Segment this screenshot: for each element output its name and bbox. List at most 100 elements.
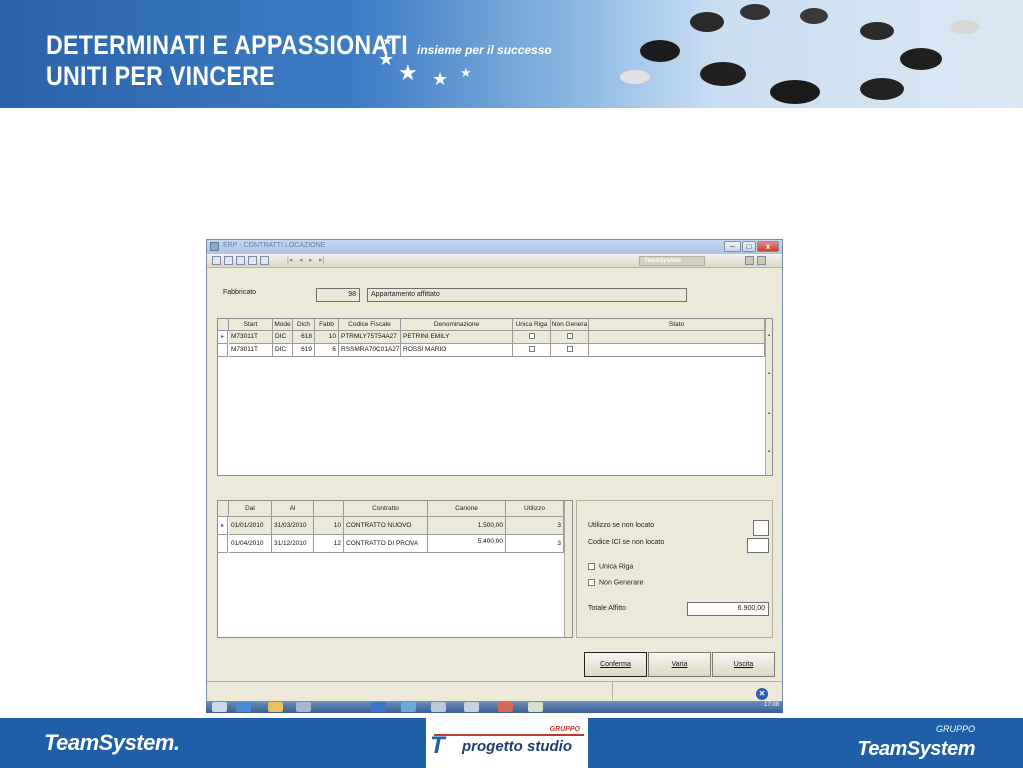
unica-riga-option[interactable]: Unica Riga <box>588 563 633 570</box>
col-stato[interactable]: Stato <box>589 319 765 331</box>
fabbricato-description-field[interactable]: Appartamento affittato <box>367 288 687 302</box>
cell-number[interactable]: 10 <box>314 517 344 535</box>
previous-record-icon[interactable]: ◂ <box>299 256 303 264</box>
star-icon: ★ <box>398 60 418 85</box>
col-canone[interactable]: Canone <box>428 501 506 517</box>
col-start[interactable]: Start <box>229 319 273 331</box>
cell-unica-riga[interactable] <box>513 344 551 357</box>
cell-fabb[interactable]: 6 <box>315 344 339 357</box>
last-record-icon[interactable]: ▸| <box>319 256 324 264</box>
app-icon[interactable] <box>464 702 479 712</box>
codice-ici-field[interactable] <box>747 538 769 553</box>
window-titlebar: ERP - CONTRATTI LOCAZIONE – □ x <box>207 240 782 254</box>
col-contratto[interactable]: Contratto <box>344 501 428 517</box>
col-utilizzo[interactable]: Utilizzo <box>506 501 564 517</box>
next-record-icon[interactable]: ▸ <box>309 256 313 264</box>
row-selector-icon[interactable]: ▸ <box>218 331 228 344</box>
app-icon[interactable] <box>498 702 513 712</box>
cell-mode[interactable]: DIC <box>273 331 293 344</box>
app-icon[interactable] <box>296 702 311 712</box>
app-icon[interactable] <box>431 702 446 712</box>
ie-icon[interactable] <box>236 702 251 712</box>
start-icon[interactable] <box>212 702 227 712</box>
col-al[interactable]: Al <box>272 501 314 517</box>
cell-codice-fiscale[interactable]: PTRMLY75T54A27 <box>339 331 401 344</box>
col-codice-fiscale[interactable]: Codice Fiscale <box>339 319 401 331</box>
config-icon[interactable] <box>745 256 754 265</box>
fabbricato-number-field[interactable]: 98 <box>316 288 360 302</box>
col-non-genera[interactable]: Non Genera <box>551 319 589 331</box>
window-title: ERP - CONTRATTI LOCAZIONE <box>223 242 326 249</box>
cell-mode[interactable]: DIC <box>273 344 293 357</box>
row-selector[interactable] <box>218 535 228 553</box>
maximize-button[interactable]: □ <box>742 241 756 252</box>
cell-canone[interactable]: 1.500,00 <box>428 517 506 535</box>
non-generare-option[interactable]: Non Generare <box>588 579 643 586</box>
col-dal[interactable]: Dal <box>229 501 272 517</box>
cell-dal[interactable]: 01/04/2010 <box>229 535 272 553</box>
cell-number[interactable]: 12 <box>314 535 344 553</box>
close-circle-icon[interactable]: ✕ <box>756 688 768 700</box>
cell-utilizzo[interactable]: 3 <box>506 535 564 553</box>
cell-fabb[interactable]: 10 <box>315 331 339 344</box>
unica-riga-option-checkbox[interactable] <box>588 563 595 570</box>
cell-start[interactable]: M73011T <box>229 331 273 344</box>
app-icon[interactable] <box>528 702 543 712</box>
cell-utilizzo[interactable]: 3 <box>506 517 564 535</box>
col-fabb[interactable]: Fabb <box>315 319 339 331</box>
cell-contratto[interactable]: CONTRATTO DI PROVA <box>344 535 428 553</box>
unica-riga-checkbox[interactable] <box>528 333 535 340</box>
folder-icon[interactable] <box>268 702 283 712</box>
utilizzo-field[interactable] <box>753 520 769 536</box>
non-generare-option-checkbox[interactable] <box>588 579 595 586</box>
cell-dich[interactable]: 619 <box>293 344 315 357</box>
uscita-button[interactable]: Uscita <box>712 652 775 677</box>
cell-start[interactable]: M73011T <box>229 344 273 357</box>
tenants-grid-scrollbar[interactable]: ▪ ▪ ▪ ▪ <box>765 319 772 475</box>
app-icon[interactable] <box>401 702 416 712</box>
varia-button[interactable]: Varia <box>648 652 711 677</box>
contracts-grid-scrollbar[interactable] <box>564 501 572 637</box>
cell-al[interactable]: 31/12/2010 <box>272 535 314 553</box>
unica-riga-checkbox[interactable] <box>528 346 535 353</box>
non-genera-checkbox[interactable] <box>566 333 573 340</box>
conferma-button[interactable]: Conferma <box>584 652 647 677</box>
export-icon[interactable] <box>260 256 269 265</box>
cell-canone[interactable]: 5.400,00 <box>428 535 506 553</box>
non-genera-checkbox[interactable] <box>566 346 573 353</box>
cell-stato[interactable] <box>589 344 765 357</box>
teamsystem-logo-left: TeamSystem. <box>44 730 180 755</box>
first-record-icon[interactable]: |◂ <box>287 256 292 264</box>
row-selector-icon[interactable]: ▸ <box>218 517 228 535</box>
cell-denominazione[interactable]: PETRINI EMILY <box>401 331 513 344</box>
utilizzo-label: Utilizzo se non locato <box>588 522 655 529</box>
footer-banner: TeamSystem. GRUPPO T progetto studio GRU… <box>0 718 1023 768</box>
app-icon[interactable] <box>371 702 386 712</box>
cell-denominazione[interactable]: ROSSI MARIO <box>401 344 513 357</box>
col-unica-riga[interactable]: Unica Riga <box>513 319 551 331</box>
print-icon[interactable] <box>224 256 233 265</box>
minimize-button[interactable]: – <box>724 241 741 252</box>
new-icon[interactable] <box>212 256 221 265</box>
cell-unica-riga[interactable] <box>513 331 551 344</box>
totale-affitto-field[interactable]: 6.900,00 <box>687 602 769 616</box>
col-denominazione[interactable]: Denominazione <box>401 319 513 331</box>
cell-stato[interactable] <box>589 331 765 344</box>
star-icon: ★ <box>432 69 449 89</box>
cell-al[interactable]: 31/03/2010 <box>272 517 314 535</box>
status-separator <box>612 682 613 700</box>
cell-non-genera[interactable] <box>551 344 589 357</box>
cell-codice-fiscale[interactable]: RSSMRA70C01A27 <box>339 344 401 357</box>
folder-icon[interactable] <box>236 256 245 265</box>
close-button[interactable]: x <box>757 241 779 252</box>
cell-non-genera[interactable] <box>551 331 589 344</box>
save-icon[interactable] <box>248 256 257 265</box>
col-mode[interactable]: Mode <box>273 319 293 331</box>
help-icon[interactable] <box>757 256 766 265</box>
col-number[interactable] <box>314 501 344 517</box>
cell-dal[interactable]: 01/01/2010 <box>229 517 272 535</box>
cell-dich[interactable]: 618 <box>293 331 315 344</box>
col-dich[interactable]: Dich <box>293 319 315 331</box>
cell-contratto[interactable]: CONTRATTO NUOVO <box>344 517 428 535</box>
row-selector[interactable] <box>218 344 228 357</box>
